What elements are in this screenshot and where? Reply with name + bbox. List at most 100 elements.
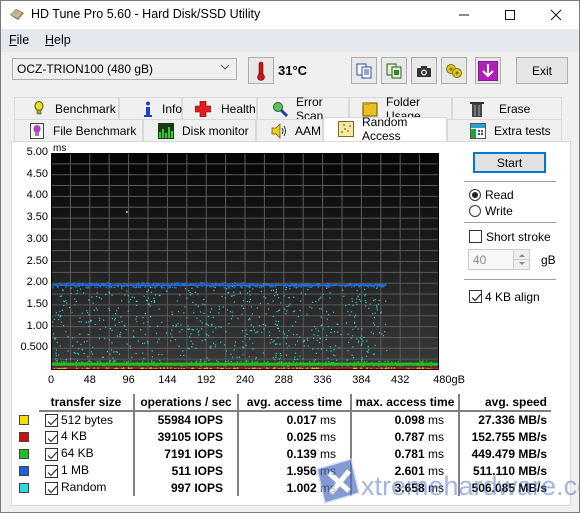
short-stroke-checkbox[interactable] [469,230,482,243]
point-random [356,298,358,300]
point-64kb [149,363,151,365]
point-random [87,321,90,323]
tab-info[interactable]: Info [119,97,182,119]
point-64kb [267,364,269,366]
point-random [187,347,189,349]
point-1mb [109,284,111,286]
point-1mb [125,284,128,286]
point-random [306,313,308,315]
download-button[interactable] [475,57,501,84]
point-64kb [304,362,306,365]
point-random [62,325,65,327]
point-1mb [295,284,298,286]
copy-text-button[interactable] [351,57,377,84]
point-64kb [309,365,311,367]
tab-file-benchmark[interactable]: File Benchmark [14,119,143,141]
point-1mb [234,285,237,287]
point-random [230,318,233,320]
tab-error-scan[interactable]: Error Scan [257,95,349,123]
header-max-access: max. access time [351,394,460,412]
start-button[interactable]: Start [473,152,546,173]
maximize-button[interactable] [487,1,533,29]
minimize-button[interactable] [441,1,487,29]
point-1mb [116,285,119,288]
point-random [117,307,120,309]
point-random [76,292,78,294]
series-checkbox[interactable] [45,481,58,495]
point-random [289,288,291,290]
options-button[interactable] [441,57,467,84]
menu-file[interactable]: File [9,33,29,47]
point-random [205,323,207,325]
point-random [294,356,296,358]
point-random [135,286,138,288]
series-checkbox[interactable] [45,430,58,444]
tab-aam[interactable]: AAM [256,119,323,141]
point-64kb [199,365,202,367]
tab-disk-monitor[interactable]: Disk monitor [143,119,256,141]
point-random [158,294,160,297]
series-checkbox[interactable] [45,464,58,478]
transfer-size-label: 4 KB [61,429,88,444]
save-screenshot-button[interactable] [411,57,437,84]
write-radio[interactable] [469,205,481,217]
4kb-align-checkbox[interactable] [469,290,482,303]
point-random [195,347,197,350]
tab-benchmark[interactable]: Benchmark [14,97,119,119]
point-random [153,297,155,299]
point-1mb [315,284,318,286]
point-random [302,358,304,360]
y-tick-label: 0.500 [20,341,48,354]
point-random [211,325,213,327]
drive-select[interactable]: OCZ-TRION100 (480 gB) [12,58,237,80]
point-random [239,292,241,295]
point-1mb [318,283,320,285]
point-random [246,300,249,303]
tab-info-label: Info [162,101,183,116]
title-bar: HD Tune Pro 5.60 - Hard Disk/SSD Utility [1,1,579,29]
close-button[interactable] [533,1,579,29]
point-64kb [287,363,289,365]
point-random [179,294,181,296]
point-random [376,307,378,309]
menu-help[interactable]: Help [45,33,71,47]
series-checkbox[interactable] [45,414,58,428]
point-random [93,309,95,311]
point-random [318,299,320,301]
point-64kb [353,361,356,363]
tab-erase[interactable]: Erase [452,97,562,119]
point-1mb [211,285,213,287]
point-random [312,337,315,339]
exit-button[interactable]: Exit [516,57,568,84]
avg-access-value: 0.017 [286,413,317,427]
point-random [307,288,309,291]
tab-extra-tests[interactable]: Extra tests [447,119,562,141]
point-random [303,345,305,347]
short-stroke-stepper[interactable]: 40 [468,249,530,270]
stepper-arrows[interactable] [513,250,530,269]
series-checkbox[interactable] [45,447,58,461]
point-1mb [240,286,242,288]
point-random [231,295,233,297]
write-label: Write [485,204,513,218]
read-radio[interactable] [469,189,481,201]
point-random [244,335,246,337]
copy-screenshot-button[interactable] [381,57,407,84]
point-random [178,345,180,347]
point-random [312,348,314,350]
point-random [121,300,123,302]
point-random [81,312,83,314]
temperature-button[interactable] [248,57,274,84]
point-random [275,352,277,354]
ops-unit: IOPS [194,480,223,495]
tab-random-access[interactable]: Random Access [323,115,447,143]
point-1mb [366,285,369,288]
max-access-cell: 3.658 ms [351,479,460,496]
point-512b [163,367,165,369]
tab-health[interactable]: Health [182,97,257,119]
point-random [90,320,92,323]
point-1mb [215,282,217,284]
point-1mb [195,285,198,288]
point-64kb [427,362,430,364]
x-tick-label: 240 [235,374,255,386]
